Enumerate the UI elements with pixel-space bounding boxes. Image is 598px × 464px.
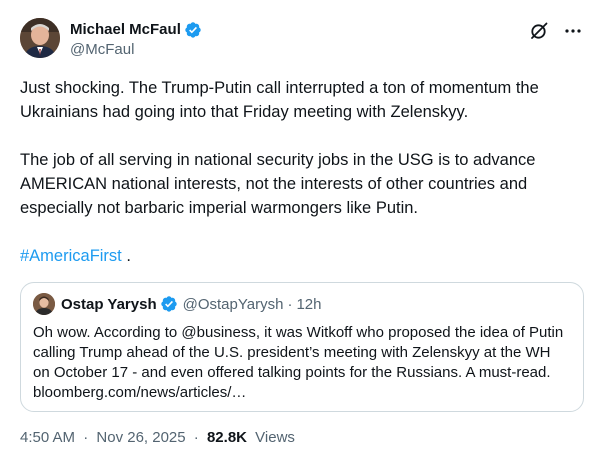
verified-badge-icon	[185, 22, 201, 38]
tweet-meta: 4:50 AM · Nov 26, 2025 · 82.8K Views	[20, 428, 295, 448]
tweet: Michael McFaul @McFaul Just shocking. Th…	[0, 0, 598, 464]
author-avatar[interactable]	[20, 18, 60, 58]
grok-icon[interactable]	[528, 20, 550, 42]
meta-separator: ·	[83, 429, 89, 446]
quoted-tweet[interactable]: Ostap Yarysh @OstapYarysh · 12h Oh wow. …	[20, 282, 584, 412]
hashtag-trailing-text: .	[121, 247, 131, 265]
meta-separator-2: ·	[193, 429, 199, 446]
author-handle[interactable]: @McFaul	[70, 40, 202, 60]
quoted-separator: ·	[287, 295, 293, 313]
tweet-paragraph-1: Just shocking. The Trump-Putin call inte…	[20, 79, 544, 121]
quoted-tweet-header: Ostap Yarysh @OstapYarysh · 12h	[33, 293, 321, 315]
quoted-verified-badge-icon	[160, 296, 177, 312]
views-count: 82.8K	[206, 429, 247, 446]
author-name-row: Michael McFaul	[70, 20, 202, 40]
more-icon[interactable]	[562, 20, 584, 42]
tweet-text: Just shocking. The Trump-Putin call inte…	[20, 76, 580, 268]
quoted-tweet-text: Oh wow. According to @business, it was W…	[33, 324, 564, 401]
author-name[interactable]: Michael McFaul	[70, 20, 181, 40]
tweet-hashtag-line: #AmericaFirst .	[20, 244, 580, 268]
quoted-timestamp[interactable]: 12h	[296, 296, 321, 313]
tweet-header: Michael McFaul @McFaul	[20, 16, 590, 64]
quoted-author-handle[interactable]: @OstapYarysh	[183, 296, 284, 313]
author-info: Michael McFaul @McFaul	[70, 20, 202, 60]
quoted-author-avatar[interactable]	[33, 293, 55, 315]
quoted-author-name[interactable]: Ostap Yarysh	[61, 296, 157, 313]
tweet-paragraph-2: The job of all serving in national secur…	[20, 151, 540, 217]
hashtag-link[interactable]: #AmericaFirst	[20, 247, 122, 265]
tweet-time[interactable]: 4:50 AM	[20, 429, 75, 446]
tweet-date[interactable]: Nov 26, 2025	[96, 429, 185, 446]
top-actions	[528, 20, 584, 42]
views-label: Views	[255, 429, 295, 446]
